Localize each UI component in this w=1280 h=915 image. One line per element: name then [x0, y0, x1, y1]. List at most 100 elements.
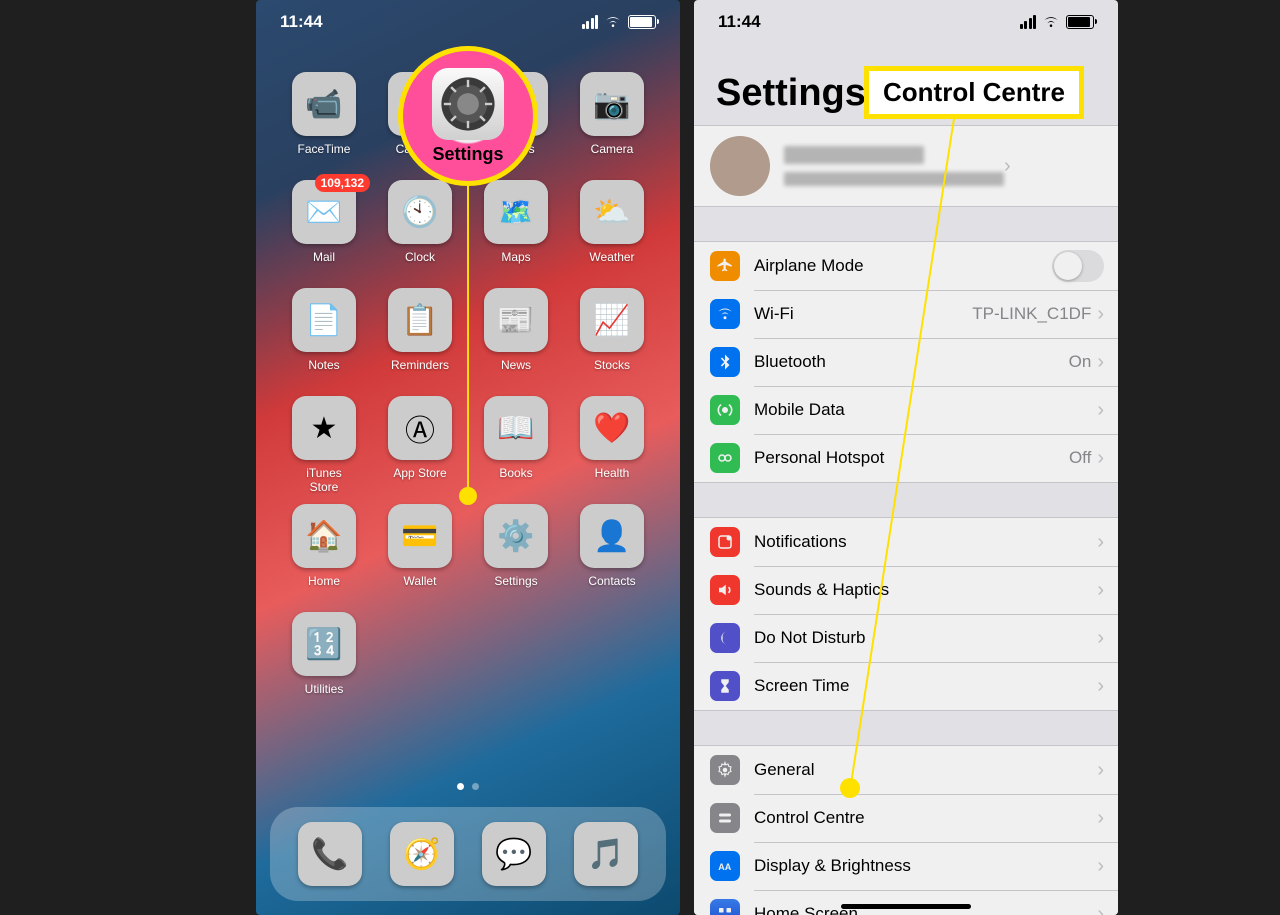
- app-label: Weather: [580, 250, 644, 264]
- books-icon: 📖: [484, 396, 548, 460]
- annotation-line: [467, 186, 469, 504]
- app-books[interactable]: 📖 Books: [484, 396, 548, 504]
- bluetooth-row[interactable]: Bluetooth On ›: [694, 338, 1118, 386]
- app-messages[interactable]: 💬Messages: [482, 822, 546, 886]
- speaker-icon: [710, 575, 740, 605]
- app-stocks[interactable]: 📈Stocks: [580, 288, 644, 396]
- utilities-icon: 🔢: [292, 612, 356, 676]
- chevron-right-icon: ›: [1097, 759, 1118, 782]
- sounds-row[interactable]: Sounds & Haptics ›: [694, 566, 1118, 614]
- app-label: Utilities: [292, 682, 356, 696]
- row-label: Bluetooth: [754, 352, 826, 372]
- airplane-toggle[interactable]: [1052, 250, 1104, 282]
- airplane-icon: [710, 251, 740, 281]
- connectivity-group: Airplane Mode Wi-Fi TP-LINK_C1DF › Bluet…: [694, 241, 1118, 483]
- gear-icon: [710, 755, 740, 785]
- row-label: Do Not Disturb: [754, 628, 865, 648]
- bluetooth-icon: [710, 347, 740, 377]
- app-label: Books: [484, 466, 548, 480]
- app-label: FaceTime: [292, 142, 356, 156]
- row-value: TP-LINK_C1DF: [972, 304, 1097, 324]
- app-itunes-store[interactable]: ★iTunes Store: [292, 396, 356, 504]
- app-notes[interactable]: 📄Notes: [292, 288, 356, 396]
- app-health[interactable]: ❤️Health: [580, 396, 644, 504]
- app-label: Contacts: [580, 574, 644, 588]
- app-home[interactable]: 🏠Home: [292, 504, 356, 612]
- chevron-right-icon: ›: [1097, 303, 1118, 326]
- hotspot-row[interactable]: Personal Hotspot Off ›: [694, 434, 1118, 482]
- app-contacts[interactable]: 👤Contacts: [580, 504, 644, 612]
- account-group: ›: [694, 125, 1118, 207]
- row-label: General: [754, 760, 814, 780]
- annotation-dot: [840, 778, 860, 798]
- app-label: Camera: [580, 142, 644, 156]
- app-camera[interactable]: 📷 Camera: [580, 72, 644, 180]
- app-label: Home: [292, 574, 356, 588]
- app-store-icon: Ⓐ: [388, 396, 452, 460]
- page-dots[interactable]: [256, 777, 680, 795]
- cellular-icon: [1020, 15, 1037, 29]
- app-settings[interactable]: ⚙️ Settings: [484, 504, 548, 612]
- row-label: Screen Time: [754, 676, 849, 696]
- antenna-icon: [710, 395, 740, 425]
- wallet-icon: 💳: [388, 504, 452, 568]
- control-centre-row[interactable]: Control Centre ›: [694, 794, 1118, 842]
- app-mail[interactable]: ✉️109,132Mail: [292, 180, 356, 288]
- wifi-icon: [710, 299, 740, 329]
- display-row[interactable]: AA Display & Brightness ›: [694, 842, 1118, 890]
- hotspot-icon: [710, 443, 740, 473]
- app-facetime[interactable]: 📹FaceTime: [292, 72, 356, 180]
- app-safari[interactable]: 🧭Safari: [390, 822, 454, 886]
- aa-icon: AA: [710, 851, 740, 881]
- airplane-mode-row[interactable]: Airplane Mode: [694, 242, 1118, 290]
- row-label: Mobile Data: [754, 400, 845, 420]
- row-label: Sounds & Haptics: [754, 580, 889, 600]
- app-label: Notes: [292, 358, 356, 372]
- phone-settings-screen: 11:44 Settings › Airplane Mode: [694, 0, 1118, 915]
- notification-icon: [710, 527, 740, 557]
- row-value: On: [1069, 352, 1098, 372]
- app-app-store[interactable]: ⒶApp Store: [388, 396, 452, 504]
- app-utilities[interactable]: 🔢 Utilities: [292, 612, 356, 720]
- phone-icon: 📞: [298, 822, 362, 886]
- dock: 📞Phone 🧭Safari 💬Messages 🎵Music: [270, 807, 666, 901]
- settings-icon: ⚙️: [484, 504, 548, 568]
- weather-icon: ⛅: [580, 180, 644, 244]
- app-reminders[interactable]: 📋Reminders: [388, 288, 452, 396]
- app-label: Settings: [484, 574, 548, 588]
- wifi-row[interactable]: Wi-Fi TP-LINK_C1DF ›: [694, 290, 1118, 338]
- app-phone[interactable]: 📞Phone: [298, 822, 362, 886]
- app-wallet[interactable]: 💳Wallet: [388, 504, 452, 612]
- apps-grid-icon: [710, 899, 740, 915]
- safari-icon: 🧭: [390, 822, 454, 886]
- itunes-store-icon: ★: [292, 396, 356, 460]
- app-maps[interactable]: 🗺️Maps: [484, 180, 548, 288]
- dnd-row[interactable]: Do Not Disturb ›: [694, 614, 1118, 662]
- app-news[interactable]: 📰News: [484, 288, 548, 396]
- moon-icon: [710, 623, 740, 653]
- alerts-group: Notifications › Sounds & Haptics › Do No…: [694, 517, 1118, 711]
- app-music[interactable]: 🎵Music: [574, 822, 638, 886]
- battery-icon: [628, 15, 656, 29]
- home-screen-row[interactable]: Home Screen ›: [694, 890, 1118, 915]
- battery-icon: [1066, 15, 1094, 29]
- app-clock[interactable]: 🕙Clock: [388, 180, 452, 288]
- chevron-right-icon: ›: [1097, 807, 1118, 830]
- wifi-icon: [1042, 15, 1060, 29]
- screen-time-row[interactable]: Screen Time ›: [694, 662, 1118, 710]
- stocks-icon: 📈: [580, 288, 644, 352]
- badge: 109,132: [315, 174, 370, 192]
- general-row[interactable]: General ›: [694, 746, 1118, 794]
- apple-id-row[interactable]: ›: [694, 126, 1118, 206]
- row-label: Display & Brightness: [754, 856, 911, 876]
- settings-callout: Settings: [398, 46, 538, 186]
- maps-icon: 🗺️: [484, 180, 548, 244]
- notifications-row[interactable]: Notifications ›: [694, 518, 1118, 566]
- camera-icon: 📷: [580, 72, 644, 136]
- news-icon: 📰: [484, 288, 548, 352]
- home-indicator[interactable]: [841, 904, 971, 909]
- app-weather[interactable]: ⛅ Weather: [580, 180, 644, 288]
- chevron-right-icon: ›: [1097, 579, 1118, 602]
- reminders-icon: 📋: [388, 288, 452, 352]
- row-label: Airplane Mode: [754, 256, 864, 276]
